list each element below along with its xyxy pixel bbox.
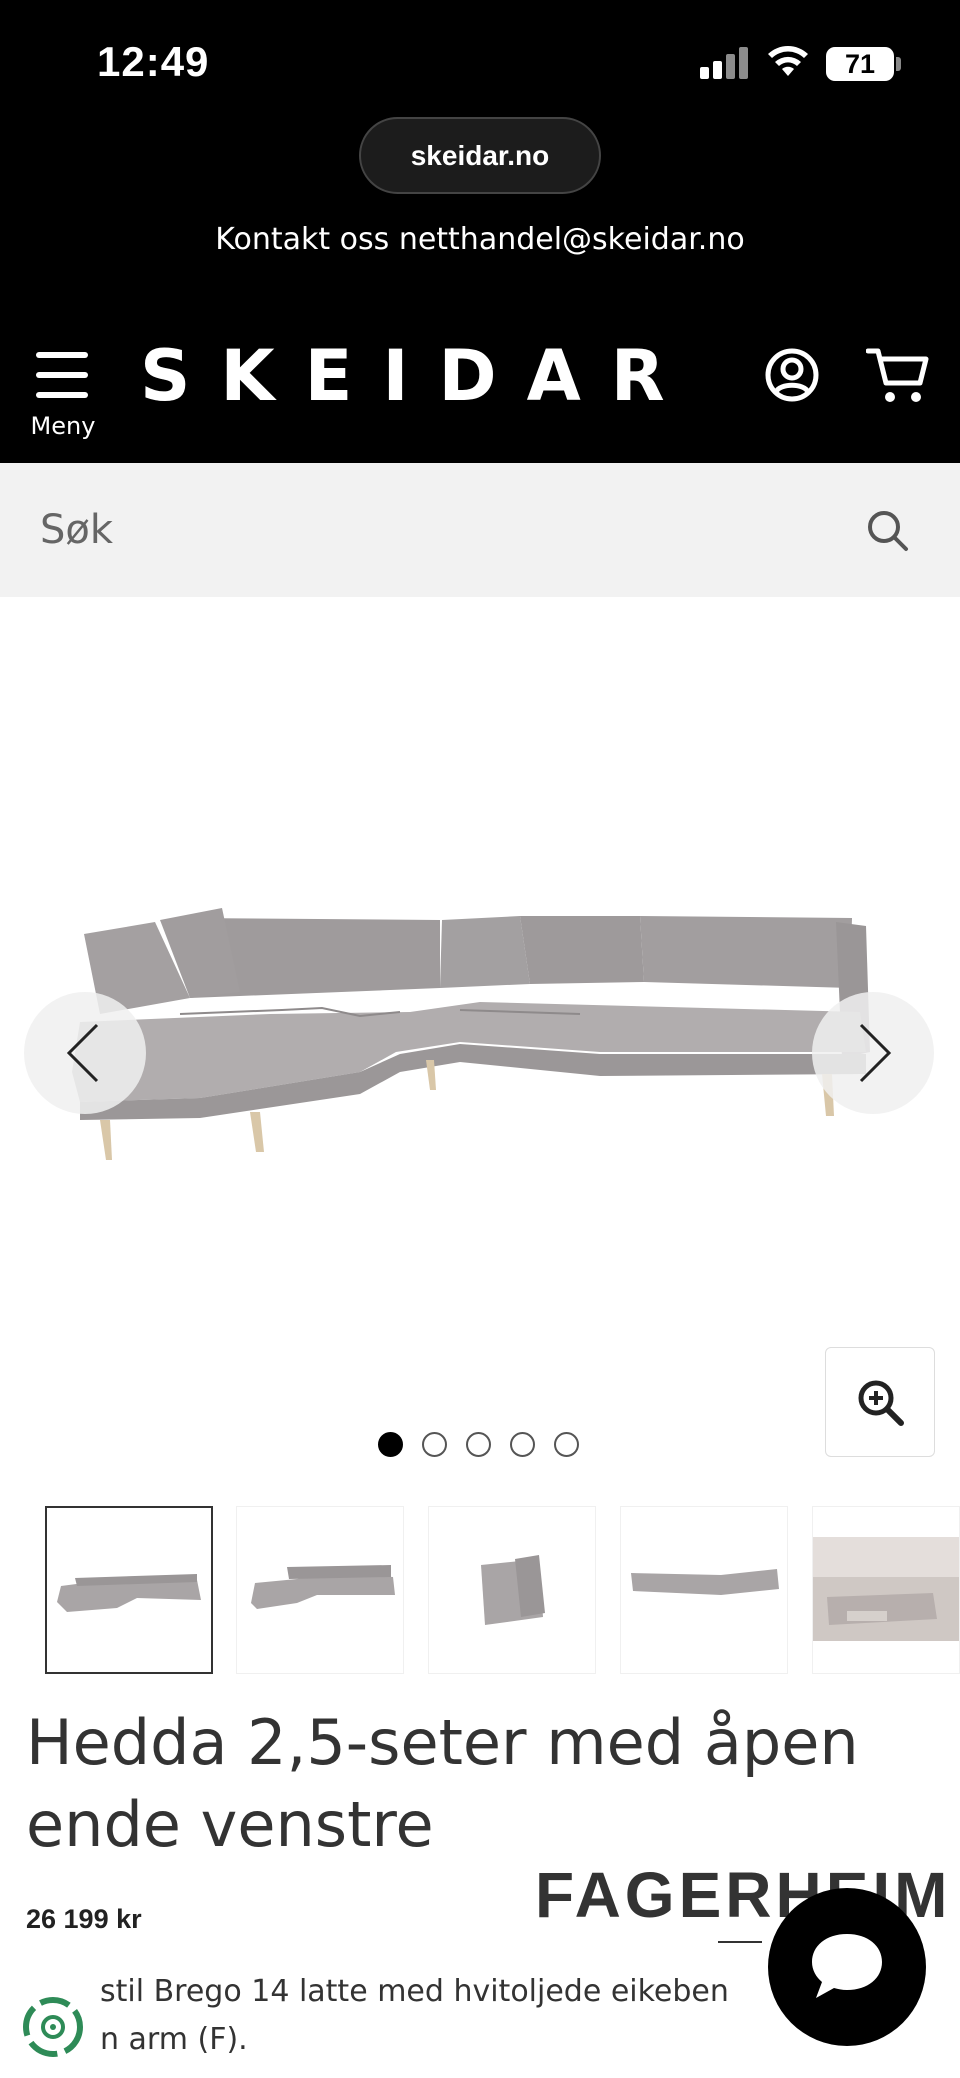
product-gallery[interactable] — [0, 597, 960, 1497]
product-description: stil Brego 14 latte med hvitoljede eikeb… — [100, 1968, 780, 2064]
chat-bubble-icon — [812, 1934, 882, 1998]
battery-nub — [896, 57, 901, 71]
gallery-pagination — [378, 1432, 588, 1458]
description-line: n arm (F). — [100, 2022, 248, 2057]
thumbnail-image — [481, 1555, 545, 1625]
status-time: 12:49 — [97, 38, 210, 85]
thumbnail[interactable] — [812, 1506, 960, 1674]
previous-image-button[interactable] — [24, 992, 146, 1114]
thumbnail-image — [631, 1569, 779, 1595]
battery-indicator: 71 — [826, 47, 894, 81]
product-image — [72, 908, 870, 1160]
url-bar[interactable]: skeidar.no — [359, 117, 601, 194]
search-icon[interactable] — [866, 509, 910, 553]
thumbnail[interactable] — [45, 1506, 213, 1674]
thumbnail[interactable] — [428, 1506, 596, 1674]
thumbnail[interactable] — [620, 1506, 788, 1674]
menu-button[interactable]: Meny — [30, 348, 96, 440]
next-image-button[interactable] — [812, 992, 934, 1114]
brand-underline — [718, 1941, 762, 1943]
product-price: 26 199 kr — [26, 1904, 142, 1934]
description-line: stil Brego 14 latte med hvitoljede eikeb… — [100, 1974, 729, 2009]
zoom-in-icon — [858, 1380, 904, 1426]
menu-label: Meny — [30, 412, 96, 440]
thumbnail-image — [251, 1565, 395, 1609]
chevron-right-icon — [859, 1023, 892, 1083]
pagination-dot[interactable] — [554, 1432, 579, 1457]
wifi-icon — [768, 46, 808, 76]
product-title: Hedda 2,5-seter med åpen ende venstre — [26, 1706, 859, 1861]
chat-button[interactable] — [768, 1888, 926, 2046]
thumbnail-image — [57, 1574, 201, 1612]
search-bar — [0, 463, 960, 597]
account-icon[interactable] — [764, 347, 820, 403]
zoom-button[interactable] — [825, 1347, 935, 1457]
contact-text[interactable]: Kontakt oss netthandel@skeidar.no — [0, 222, 960, 257]
thumbnail-strip — [0, 1506, 960, 1674]
eco-badge-icon[interactable] — [20, 1994, 86, 2060]
pagination-dot[interactable] — [422, 1432, 447, 1457]
thumbnail[interactable] — [236, 1506, 404, 1674]
chevron-left-icon — [66, 1023, 99, 1083]
pagination-dot[interactable] — [466, 1432, 491, 1457]
search-input[interactable] — [40, 499, 840, 561]
pagination-dot[interactable] — [378, 1432, 403, 1457]
thumbnail-image — [813, 1537, 959, 1641]
cart-icon[interactable] — [866, 345, 930, 405]
cellular-signal-icon — [700, 45, 750, 79]
pagination-dot[interactable] — [510, 1432, 535, 1457]
site-logo[interactable]: SKEIDAR — [140, 335, 695, 417]
